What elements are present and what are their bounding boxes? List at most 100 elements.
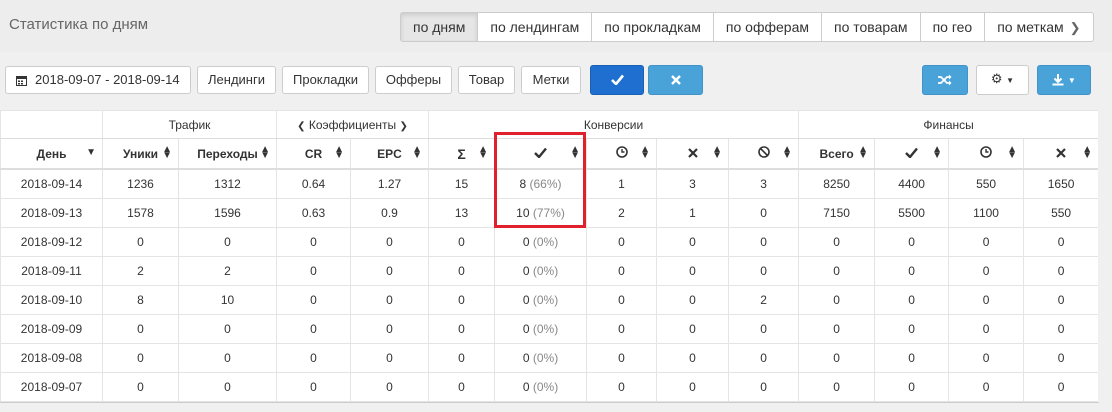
- clock-icon: [615, 146, 628, 161]
- cell-sum: 0: [428, 314, 496, 344]
- sort-icon: ▲ ▼: [478, 144, 489, 161]
- tab-by-prelandings[interactable]: по прокладкам: [592, 12, 714, 42]
- cell-day: 2018-09-11: [0, 256, 103, 286]
- col-sum[interactable]: Σ ▲ ▼: [428, 138, 496, 170]
- landings-filter-button[interactable]: Лендинги: [197, 66, 276, 94]
- check-icon: [534, 147, 547, 161]
- cell-approved: 0 (0%): [494, 227, 588, 257]
- cell-uniques: 0: [102, 227, 179, 257]
- table-body: 2018-09-14 1236 1312 0.64 1.27 15 8 (66%) 1 3 3 82…: [0, 168, 1100, 402]
- col-day-label: День: [36, 146, 67, 161]
- cell-uniques: 0: [102, 372, 179, 402]
- apply-button[interactable]: [590, 65, 644, 95]
- cell-fin-approved: 5500: [874, 198, 950, 228]
- approved-count: 10: [516, 206, 530, 220]
- table-row: 2018-09-14 1236 1312 0.64 1.27 15 8 (66%) 1 3 3 82…: [0, 168, 1100, 199]
- tab-by-landings[interactable]: по лендингам: [478, 12, 593, 42]
- col-hold[interactable]: ▲ ▼: [586, 138, 658, 170]
- table-row: 2018-09-13 1578 1596 0.63 0.9 13 10 (77%) 2 1 0 71…: [0, 198, 1100, 228]
- cell-cr: 0: [276, 256, 351, 286]
- table-row: 2018-09-09 0 0 0 0 0 0 (0%) 0 0 0 0 0 0 0: [0, 314, 1100, 344]
- cell-fin-rejected: 0: [1023, 285, 1100, 315]
- shuffle-icon: [938, 71, 952, 86]
- cell-fin-rejected: 0: [1023, 343, 1100, 373]
- col-day[interactable]: День ▼: [0, 138, 103, 170]
- cell-epc: 0: [349, 256, 430, 286]
- cell-rejected: 1: [656, 198, 730, 228]
- sort-icon: ▲ ▼: [412, 144, 423, 161]
- chevron-left-icon: ❮: [297, 120, 306, 132]
- caret-down-icon: ▼: [1006, 76, 1015, 85]
- approved-count: 0: [522, 322, 530, 336]
- date-range-picker[interactable]: 2018-09-07 - 2018-09-14: [5, 66, 191, 94]
- offers-filter-button[interactable]: Офферы: [375, 66, 452, 94]
- tab-by-offers[interactable]: по офферам: [713, 12, 822, 42]
- sigma-icon: Σ: [457, 145, 466, 162]
- cell-fin-approved: 0: [874, 343, 950, 373]
- tab-by-days[interactable]: по дням: [400, 12, 479, 42]
- prelandings-filter-button[interactable]: Прокладки: [282, 66, 369, 94]
- tab-by-products[interactable]: по товарам: [822, 12, 921, 42]
- cell-epc: 0: [349, 314, 430, 344]
- col-fin-approved[interactable]: ▲ ▼: [874, 138, 950, 170]
- tab-by-tags[interactable]: по меткам ❯: [985, 12, 1094, 42]
- col-fin-hold[interactable]: ▲ ▼: [948, 138, 1025, 170]
- col-trash[interactable]: ▲ ▼: [728, 138, 800, 170]
- reset-button[interactable]: [648, 65, 703, 95]
- sort-icon: ▲ ▼: [640, 144, 651, 161]
- col-cr-label: CR: [304, 146, 323, 161]
- cell-trash: 2: [728, 285, 800, 315]
- cell-fin-approved: 0: [874, 227, 950, 257]
- group-coefficients[interactable]: ❮ Коэффициенты ❯: [275, 110, 430, 139]
- cell-trash: 0: [728, 314, 800, 344]
- col-clicks[interactable]: Переходы ▲ ▼: [178, 138, 277, 170]
- cell-uniques: 1236: [102, 168, 179, 199]
- group-coefficients-label: Коэффициенты: [308, 117, 397, 132]
- cell-fin-approved: 4400: [874, 168, 950, 199]
- approved-count: 0: [522, 264, 530, 278]
- cell-sum: 0: [428, 256, 496, 286]
- cell-epc: 0.9: [349, 198, 430, 228]
- approved-percent: (0%): [532, 293, 559, 307]
- approved-percent: (0%): [532, 235, 559, 249]
- tab-by-geo[interactable]: по гео: [920, 12, 986, 42]
- cell-cr: 0: [276, 227, 351, 257]
- cell-fin-rejected: 0: [1023, 372, 1100, 402]
- ban-icon: [757, 146, 770, 161]
- cell-day: 2018-09-07: [0, 372, 103, 402]
- cell-rejected: 0: [656, 256, 730, 286]
- product-filter-button[interactable]: Товар: [458, 66, 515, 94]
- cell-rejected: 0: [656, 372, 730, 402]
- col-uniques[interactable]: Уники ▲ ▼: [102, 138, 179, 170]
- col-epc[interactable]: EPC ▲ ▼: [349, 138, 430, 170]
- col-fin-total[interactable]: Всего ▲ ▼: [798, 138, 876, 170]
- sort-icon: ▲ ▼: [1082, 144, 1093, 161]
- col-cr[interactable]: CR ▲ ▼: [276, 138, 351, 170]
- group-empty: [0, 110, 103, 139]
- cell-total: 0: [798, 343, 876, 373]
- col-clicks-label: Переходы: [197, 146, 258, 161]
- times-icon: [670, 71, 681, 86]
- cell-total: 7150: [798, 198, 876, 228]
- cell-clicks: 0: [178, 372, 277, 402]
- export-dropdown-button[interactable]: ▼: [1037, 65, 1091, 95]
- shuffle-button[interactable]: [922, 65, 968, 95]
- col-approved[interactable]: ▲ ▼: [494, 138, 588, 170]
- cell-total: 0: [798, 314, 876, 344]
- cell-clicks: 1596: [178, 198, 277, 228]
- settings-dropdown-button[interactable]: ⚙ ▼: [976, 65, 1029, 95]
- date-range-value: 2018-09-07 - 2018-09-14: [35, 72, 180, 87]
- calendar-icon: [16, 72, 31, 87]
- col-fin-rejected[interactable]: ▲ ▼: [1023, 138, 1100, 170]
- approved-count: 0: [522, 380, 530, 394]
- stats-table-container: Трафик ❮ Коэффициенты ❯ Конверсии Финанс…: [0, 110, 1100, 403]
- tags-filter-button[interactable]: Метки: [521, 66, 581, 94]
- cell-epc: 0: [349, 372, 430, 402]
- approved-count: 0: [522, 235, 530, 249]
- cell-trash: 0: [728, 343, 800, 373]
- check-icon: [905, 147, 919, 161]
- times-icon: [687, 147, 698, 161]
- col-rejected[interactable]: ▲ ▼: [656, 138, 730, 170]
- cell-clicks: 10: [178, 285, 277, 315]
- times-icon: [1056, 147, 1066, 161]
